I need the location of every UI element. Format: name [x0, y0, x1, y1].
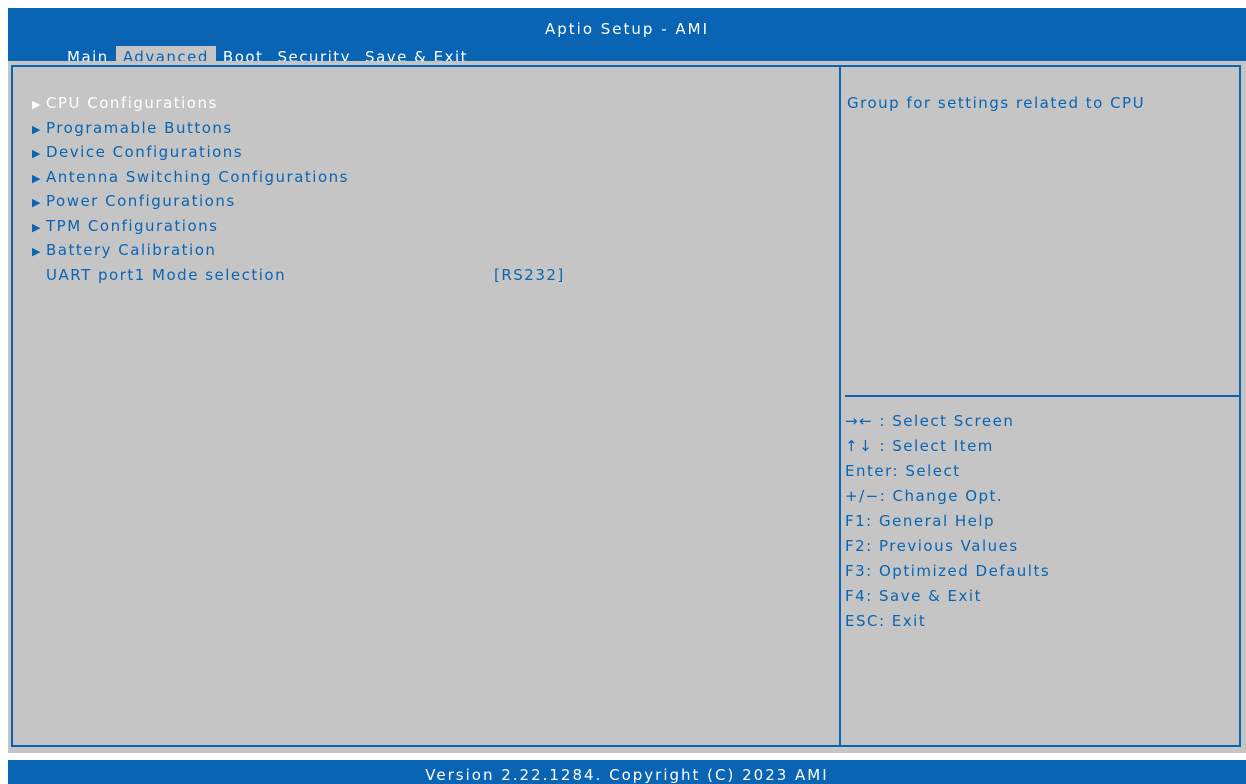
- menu-item-label: Device Configurations: [46, 143, 244, 161]
- uart-mode-label: UART port1 Mode selection: [46, 265, 287, 284]
- triangle-right-icon: ▶: [32, 220, 42, 234]
- triangle-right-icon: ▶: [32, 171, 42, 185]
- triangle-right-icon: ▶: [32, 245, 42, 258]
- menu-item-programable-buttons[interactable]: ▶ Programable Buttons: [32, 118, 832, 143]
- menu-item-tpm-configurations[interactable]: ▶ TPM Configurations: [32, 216, 832, 241]
- help-divider: [845, 395, 1240, 397]
- menu-item-cpu-configurations[interactable]: ▶ CPU Configurations: [32, 93, 832, 118]
- key-save-exit: F4: Save & Exit: [845, 587, 982, 605]
- triangle-right-icon: ▶: [32, 98, 42, 111]
- key-esc-exit: ESC: Exit: [845, 612, 927, 630]
- key-legend: →← : Select Screen ↑↓ : Select Item Ente…: [845, 411, 1235, 636]
- key-optimized-defaults: F3: Optimized Defaults: [845, 562, 1051, 580]
- key-previous-values: F2: Previous Values: [845, 537, 1019, 555]
- key-enter-select: Enter: Select: [845, 462, 961, 480]
- version-footer: Version 2.22.1284. Copyright (C) 2023 AM…: [8, 760, 1246, 784]
- menu-item-antenna-switching[interactable]: ▶ Antenna Switching Configurations: [32, 167, 832, 192]
- title-bar: Aptio Setup - AMI Main Advanced Boot Sec…: [8, 8, 1246, 69]
- menu-item-label: Battery Calibration: [46, 241, 217, 259]
- settings-menu: ▶ CPU Configurations ▶ Programable Buttons…: [32, 93, 832, 289]
- key-select-screen: →← : Select Screen: [845, 412, 1015, 430]
- menu-item-label: TPM Configurations: [46, 216, 219, 235]
- triangle-right-icon: ▶: [32, 196, 42, 209]
- menu-item-battery-calibration[interactable]: ▶ Battery Calibration: [32, 240, 832, 265]
- triangle-right-icon: ▶: [32, 147, 42, 160]
- item-help-text: Group for settings related to CPU: [847, 94, 1146, 112]
- uart-mode-value[interactable]: [RS232]: [494, 265, 565, 285]
- menu-item-label: Power Configurations: [46, 192, 236, 210]
- key-general-help: F1: General Help: [845, 512, 996, 530]
- menu-item-label: Programable Buttons: [46, 118, 233, 137]
- menu-item-power-configurations[interactable]: ▶ Power Configurations: [32, 191, 832, 216]
- menu-item-label: Antenna Switching Configurations: [46, 167, 349, 186]
- key-change-opt: +/−: Change Opt.: [845, 487, 1004, 505]
- key-select-item: ↑↓ : Select Item: [845, 437, 994, 455]
- uart-mode-setting[interactable]: UART port1 Mode selection [RS232]: [32, 265, 832, 290]
- vertical-divider: [839, 65, 841, 747]
- triangle-right-icon: ▶: [32, 122, 42, 136]
- menu-item-label: CPU Configurations: [46, 94, 218, 112]
- menu-item-device-configurations[interactable]: ▶ Device Configurations: [32, 142, 832, 167]
- app-title: Aptio Setup - AMI: [544, 20, 709, 38]
